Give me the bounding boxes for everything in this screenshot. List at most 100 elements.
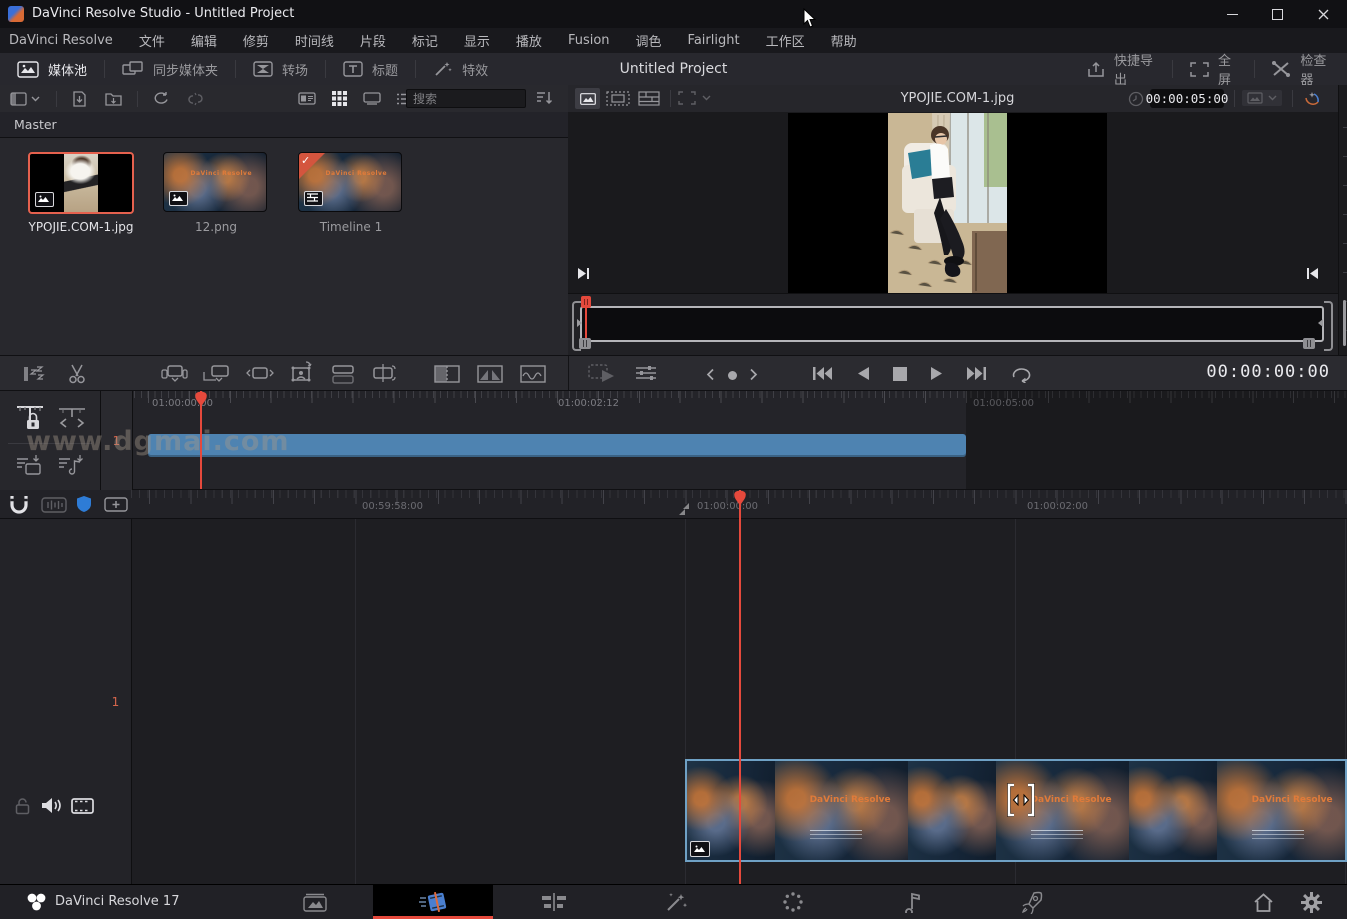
page-cut[interactable] — [411, 885, 455, 919]
menu-edit[interactable]: 编辑 — [178, 31, 230, 50]
home-button[interactable] — [1241, 885, 1285, 919]
quick-export-button[interactable]: 快捷导出 — [1070, 53, 1172, 85]
scrub-playhead-handle[interactable] — [581, 296, 591, 308]
timeline-tool-icon[interactable] — [22, 364, 48, 384]
color-enhance-icon[interactable] — [1302, 90, 1322, 107]
sync-icon[interactable] — [144, 91, 178, 106]
viewer-area[interactable] — [568, 112, 1347, 293]
page-color[interactable] — [771, 885, 815, 919]
menu-trim[interactable]: 修剪 — [230, 31, 282, 50]
step-forward-icon[interactable] — [749, 368, 758, 381]
source-clip-mode-button[interactable] — [575, 88, 600, 109]
track-lock-icon[interactable] — [14, 797, 31, 815]
snapping-magnet-icon[interactable] — [8, 494, 30, 515]
mini-timeline-clip[interactable] — [148, 434, 966, 457]
clip-duration-field[interactable]: 00:00:05:00 — [1150, 89, 1224, 108]
smart-insert-icon[interactable] — [160, 364, 188, 384]
flag-shield-icon[interactable] — [76, 495, 92, 513]
insert-audio-track-icon[interactable] — [58, 453, 86, 477]
media-pool-button[interactable]: 媒体池 — [0, 53, 104, 85]
place-on-top-icon[interactable] — [289, 361, 315, 385]
overwrite-icon[interactable] — [202, 364, 230, 384]
metadata-view-icon[interactable] — [290, 92, 324, 105]
menu-workspace[interactable]: 工作区 — [753, 31, 818, 50]
media-item-timeline1[interactable]: DaVinci Resolve ✓ Timeline 1 — [298, 138, 404, 238]
go-to-end-icon[interactable] — [966, 366, 987, 381]
replace-icon[interactable] — [246, 364, 274, 384]
minimize-button[interactable] — [1210, 0, 1255, 28]
media-item-ypojie[interactable]: YPOJIE.COM-1.jpg — [28, 138, 134, 238]
mini-track-header[interactable]: 1 — [100, 391, 133, 490]
ripple-overwrite-icon[interactable] — [371, 363, 397, 385]
track-mute-icon[interactable] — [41, 796, 62, 815]
play-icon[interactable] — [930, 366, 943, 381]
go-to-start-icon[interactable] — [812, 366, 833, 381]
loop-icon[interactable] — [1010, 365, 1034, 383]
maximize-button[interactable] — [1255, 0, 1300, 28]
timeline-playhead[interactable] — [739, 490, 741, 884]
menu-clip[interactable]: 片段 — [347, 31, 399, 50]
timeline-playhead-pin[interactable] — [733, 490, 747, 506]
track-enable-icon[interactable] — [71, 798, 94, 814]
playhead-lock-icon[interactable] — [16, 405, 44, 431]
titles-button[interactable]: 标题 — [326, 53, 415, 85]
menu-timeline[interactable]: 时间线 — [282, 31, 347, 50]
import-folder-icon[interactable] — [96, 91, 131, 106]
fullscreen-button[interactable]: 全屏 — [1173, 53, 1254, 85]
tools-panel-icon[interactable] — [634, 364, 658, 382]
source-tape-mode-button[interactable] — [606, 91, 630, 106]
page-fusion[interactable] — [654, 885, 698, 919]
menu-mark[interactable]: 标记 — [399, 31, 451, 50]
trim-in-icon[interactable] — [434, 364, 460, 384]
transitions-button[interactable]: 转场 — [236, 53, 325, 85]
tools-dropdown[interactable] — [1242, 90, 1282, 106]
menu-view[interactable]: 显示 — [451, 31, 503, 50]
menu-file[interactable]: 文件 — [126, 31, 178, 50]
scrub-right-bracket[interactable] — [1324, 301, 1333, 351]
mini-playhead-pin[interactable] — [194, 391, 208, 407]
in-point-handle[interactable] — [579, 338, 591, 349]
meter-scroll-thumb[interactable] — [1343, 300, 1346, 346]
render-in-place-icon[interactable] — [588, 363, 618, 385]
out-point-handle[interactable] — [1303, 338, 1315, 349]
strip-view-icon[interactable] — [355, 92, 389, 105]
append-icon[interactable] — [331, 364, 355, 384]
timeline-mode-button[interactable] — [638, 91, 660, 106]
menu-fairlight[interactable]: Fairlight — [675, 33, 753, 48]
dynamic-zoom-icon[interactable] — [520, 364, 546, 384]
trim-window-icon[interactable] — [477, 364, 503, 384]
bin-list-toggle[interactable] — [0, 92, 50, 106]
import-media-icon[interactable] — [63, 91, 96, 107]
track-number-column[interactable]: 1 — [100, 519, 132, 884]
page-fairlight[interactable] — [891, 885, 935, 919]
jump-to-in-icon[interactable] — [577, 267, 590, 280]
menu-playback[interactable]: 播放 — [503, 31, 555, 50]
search-input[interactable] — [406, 89, 526, 108]
jump-to-out-icon[interactable] — [1306, 267, 1319, 280]
sort-icon[interactable] — [536, 90, 553, 105]
menu-color[interactable]: 调色 — [623, 31, 675, 50]
record-dot-icon[interactable] — [728, 371, 737, 380]
page-deliver[interactable] — [1010, 885, 1054, 919]
thumbnail-view-icon[interactable] — [324, 91, 355, 106]
add-track-icon[interactable] — [104, 497, 128, 512]
stop-icon[interactable] — [893, 367, 907, 381]
inspector-button[interactable]: 检查器 — [1254, 53, 1347, 85]
page-media[interactable] — [293, 885, 337, 919]
zoom-fit-dropdown[interactable] — [678, 91, 711, 105]
insert-video-track-icon[interactable] — [16, 453, 44, 477]
close-button[interactable] — [1300, 0, 1347, 28]
bin-header[interactable]: Master — [0, 112, 568, 138]
sync-bin-button[interactable]: 同步媒体夹 — [105, 53, 235, 85]
scrub-bar[interactable] — [580, 306, 1324, 342]
page-edit[interactable] — [532, 885, 576, 919]
settings-gear-icon[interactable] — [1289, 885, 1333, 919]
play-reverse-icon[interactable] — [857, 366, 870, 381]
effects-button[interactable]: 特效 — [416, 53, 505, 85]
unlink-icon[interactable] — [178, 92, 213, 106]
center-playhead-icon[interactable] — [58, 405, 86, 431]
menu-fusion[interactable]: Fusion — [555, 33, 623, 48]
menu-help[interactable]: 帮助 — [818, 31, 870, 50]
audio-trim-icon[interactable] — [41, 497, 67, 513]
step-back-icon[interactable] — [706, 368, 715, 381]
